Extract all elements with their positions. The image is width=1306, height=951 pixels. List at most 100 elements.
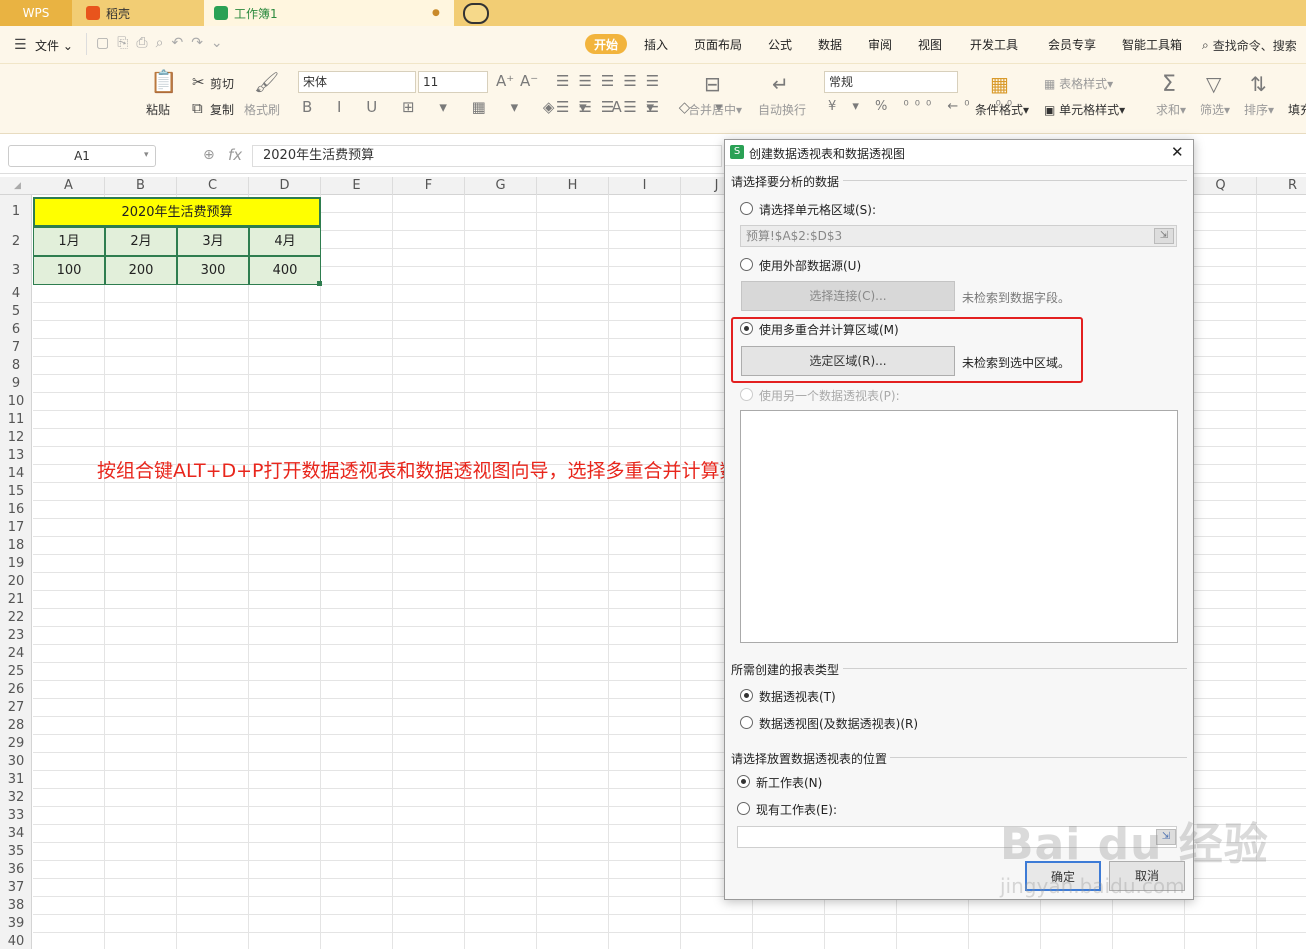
- formula-input[interactable]: 2020年生活费预算: [252, 145, 722, 167]
- column-header-a[interactable]: A: [33, 177, 105, 195]
- row-header-17[interactable]: 17: [0, 519, 32, 537]
- row-header-5[interactable]: 5: [0, 303, 32, 321]
- auto-wrap-icon[interactable]: ↵: [772, 72, 789, 96]
- name-box[interactable]: A1: [8, 145, 156, 167]
- sort-icon[interactable]: ⇅: [1250, 72, 1267, 96]
- row-header-4[interactable]: 4: [0, 285, 32, 303]
- tab-daoke[interactable]: 稻壳: [74, 0, 202, 26]
- cell-month-1[interactable]: 1月: [33, 227, 105, 256]
- conditional-format-icon[interactable]: ▦: [990, 72, 1009, 96]
- choose-connection-button[interactable]: 选择连接(C)...: [741, 281, 955, 311]
- row-header-3[interactable]: 3: [0, 256, 32, 285]
- column-header-h[interactable]: H: [537, 177, 609, 195]
- name-box-dropdown-icon[interactable]: ▾: [144, 150, 149, 160]
- row-header-36[interactable]: 36: [0, 861, 32, 879]
- cell-title[interactable]: 2020年生活费预算: [33, 197, 321, 227]
- copy-icon[interactable]: ⧉: [192, 99, 203, 117]
- cell-range-input[interactable]: 预算!$A$2:$D$3: [740, 225, 1177, 247]
- row-header-13[interactable]: 13: [0, 447, 32, 465]
- close-icon[interactable]: ✕: [1171, 143, 1184, 161]
- row-header-19[interactable]: 19: [0, 555, 32, 573]
- menu-tab-smart-tools[interactable]: 智能工具箱: [1122, 36, 1182, 53]
- align-horizontal-icons[interactable]: ☰☰☰☰☰: [556, 98, 668, 116]
- menu-file[interactable]: 文件 ⌄: [35, 37, 73, 54]
- format-painter-button[interactable]: 格式刷: [244, 101, 280, 118]
- row-header-23[interactable]: 23: [0, 627, 32, 645]
- copy-button[interactable]: 复制: [210, 101, 234, 118]
- row-header-28[interactable]: 28: [0, 717, 32, 735]
- tab-wps-home[interactable]: WPS: [0, 0, 72, 26]
- column-header-c[interactable]: C: [177, 177, 249, 195]
- menu-tab-developer[interactable]: 开发工具: [970, 36, 1018, 53]
- row-header-1[interactable]: 1: [0, 197, 32, 227]
- column-header-f[interactable]: F: [393, 177, 465, 195]
- cell-value-1[interactable]: 100: [33, 256, 105, 285]
- opt-external-label[interactable]: 使用外部数据源(U): [759, 257, 861, 274]
- row-header-11[interactable]: 11: [0, 411, 32, 429]
- opt-cell-range-label[interactable]: 请选择单元格区域(S):: [759, 201, 876, 218]
- row-header-25[interactable]: 25: [0, 663, 32, 681]
- menu-tab-page-layout[interactable]: 页面布局: [694, 36, 742, 53]
- row-header-10[interactable]: 10: [0, 393, 32, 411]
- paste-icon[interactable]: 📋: [150, 70, 177, 95]
- cut-button[interactable]: 剪切: [210, 75, 234, 92]
- row-header-29[interactable]: 29: [0, 735, 32, 753]
- align-top-icons[interactable]: ☰☰☰☰☰: [556, 72, 668, 90]
- row-header-21[interactable]: 21: [0, 591, 32, 609]
- menu-tab-start[interactable]: 开始: [585, 34, 627, 54]
- menu-tab-insert[interactable]: 插入: [644, 36, 668, 53]
- row-header-39[interactable]: 39: [0, 915, 32, 933]
- radio-external-source[interactable]: [740, 258, 753, 271]
- column-header-r[interactable]: R: [1257, 177, 1306, 195]
- row-header-34[interactable]: 34: [0, 825, 32, 843]
- menu-tab-member[interactable]: 会员专享: [1048, 36, 1096, 53]
- row-header-33[interactable]: 33: [0, 807, 32, 825]
- radio-type-pivot-chart[interactable]: [740, 716, 753, 729]
- column-header-q[interactable]: Q: [1185, 177, 1257, 195]
- tab-workbook[interactable]: 工作簿1 ●: [204, 0, 454, 26]
- row-header-27[interactable]: 27: [0, 699, 32, 717]
- row-header-32[interactable]: 32: [0, 789, 32, 807]
- paste-button[interactable]: 粘贴: [146, 101, 170, 118]
- radio-new-sheet[interactable]: [737, 775, 750, 788]
- table-style-button[interactable]: ▦ 表格样式▾: [1044, 75, 1113, 92]
- quick-access-icons[interactable]: ▢⎘⎙⌕↶↷⌄: [96, 35, 231, 51]
- radio-another-pivot[interactable]: [740, 388, 753, 401]
- sum-icon[interactable]: Σ: [1162, 72, 1176, 97]
- row-header-2[interactable]: 2: [0, 227, 32, 256]
- merge-center-icon[interactable]: ⊟: [704, 72, 721, 96]
- cell-style-button[interactable]: ▣ 单元格样式▾: [1044, 101, 1125, 118]
- sum-button[interactable]: 求和▾: [1156, 101, 1186, 118]
- zoom-icon[interactable]: ⊕: [203, 147, 215, 163]
- font-name-select[interactable]: 宋体: [298, 71, 416, 93]
- row-header-30[interactable]: 30: [0, 753, 32, 771]
- row-header-8[interactable]: 8: [0, 357, 32, 375]
- cell-value-2[interactable]: 200: [105, 256, 177, 285]
- range-picker-icon[interactable]: ⇲: [1154, 228, 1174, 244]
- menu-tab-view[interactable]: 视图: [918, 36, 942, 53]
- number-format-select[interactable]: 常规: [824, 71, 958, 93]
- row-header-38[interactable]: 38: [0, 897, 32, 915]
- hamburger-menu-icon[interactable]: ☰: [14, 37, 27, 53]
- filter-icon[interactable]: ▽: [1206, 72, 1221, 96]
- type-pivot-chart-label[interactable]: 数据透视图(及数据透视表)(R): [759, 715, 918, 732]
- cell-value-4[interactable]: 400: [249, 256, 321, 285]
- font-grow-icon[interactable]: A⁺: [496, 72, 514, 90]
- format-painter-icon[interactable]: 🖌: [254, 70, 279, 94]
- type-pivot-table-label[interactable]: 数据透视表(T): [759, 688, 836, 705]
- menu-tab-data[interactable]: 数据: [818, 36, 842, 53]
- row-header-14[interactable]: 14: [0, 465, 32, 483]
- column-header-g[interactable]: G: [465, 177, 537, 195]
- row-header-6[interactable]: 6: [0, 321, 32, 339]
- cell-month-3[interactable]: 3月: [177, 227, 249, 256]
- column-header-b[interactable]: B: [105, 177, 177, 195]
- fx-icon[interactable]: fx: [228, 146, 242, 164]
- auto-wrap-button[interactable]: 自动换行: [758, 101, 806, 118]
- row-header-7[interactable]: 7: [0, 339, 32, 357]
- radio-cell-range[interactable]: [740, 202, 753, 215]
- command-search[interactable]: ⌕ 查找命令、搜索: [1202, 34, 1306, 56]
- row-header-35[interactable]: 35: [0, 843, 32, 861]
- sort-button[interactable]: 排序▾: [1244, 101, 1274, 118]
- row-header-37[interactable]: 37: [0, 879, 32, 897]
- select-all-icon[interactable]: ◢: [14, 181, 21, 191]
